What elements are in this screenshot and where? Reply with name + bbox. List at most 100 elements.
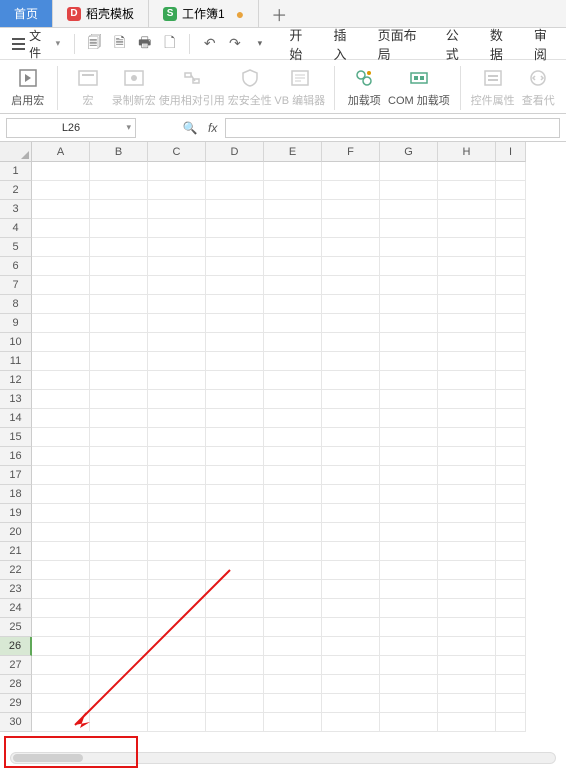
row-header[interactable]: 27 bbox=[0, 656, 32, 675]
cell[interactable] bbox=[206, 333, 264, 352]
cell[interactable] bbox=[496, 580, 526, 599]
cell[interactable] bbox=[438, 580, 496, 599]
cell[interactable] bbox=[322, 181, 380, 200]
cell[interactable] bbox=[380, 276, 438, 295]
formula-input[interactable] bbox=[225, 118, 560, 138]
cell[interactable] bbox=[264, 675, 322, 694]
cell[interactable] bbox=[206, 238, 264, 257]
cell[interactable] bbox=[438, 390, 496, 409]
cell[interactable] bbox=[264, 504, 322, 523]
cell[interactable] bbox=[496, 561, 526, 580]
cell[interactable] bbox=[32, 162, 90, 181]
cell[interactable] bbox=[264, 333, 322, 352]
cell[interactable] bbox=[264, 428, 322, 447]
cell[interactable] bbox=[148, 162, 206, 181]
cell[interactable] bbox=[438, 485, 496, 504]
column-header[interactable]: C bbox=[148, 142, 206, 162]
cell[interactable] bbox=[264, 618, 322, 637]
cell[interactable] bbox=[206, 656, 264, 675]
cell[interactable] bbox=[148, 200, 206, 219]
cell[interactable] bbox=[264, 542, 322, 561]
cell[interactable] bbox=[264, 580, 322, 599]
cell[interactable] bbox=[380, 637, 438, 656]
cell[interactable] bbox=[264, 637, 322, 656]
cell[interactable] bbox=[32, 447, 90, 466]
cell[interactable] bbox=[90, 314, 148, 333]
cell[interactable] bbox=[496, 390, 526, 409]
cell[interactable] bbox=[206, 637, 264, 656]
cell[interactable] bbox=[496, 276, 526, 295]
cell[interactable] bbox=[322, 428, 380, 447]
column-header[interactable]: E bbox=[264, 142, 322, 162]
cell[interactable] bbox=[322, 257, 380, 276]
cell[interactable] bbox=[148, 295, 206, 314]
cell[interactable] bbox=[90, 466, 148, 485]
cell[interactable] bbox=[438, 447, 496, 466]
cell[interactable] bbox=[264, 485, 322, 504]
row-header[interactable]: 22 bbox=[0, 561, 32, 580]
cell[interactable] bbox=[206, 523, 264, 542]
cell[interactable] bbox=[32, 485, 90, 504]
cell[interactable] bbox=[148, 428, 206, 447]
cell[interactable] bbox=[496, 466, 526, 485]
cell[interactable] bbox=[148, 523, 206, 542]
cell[interactable] bbox=[264, 181, 322, 200]
row-header[interactable]: 19 bbox=[0, 504, 32, 523]
cell[interactable] bbox=[206, 295, 264, 314]
cell[interactable] bbox=[264, 390, 322, 409]
cell[interactable] bbox=[148, 485, 206, 504]
cell[interactable] bbox=[380, 466, 438, 485]
cell[interactable] bbox=[438, 333, 496, 352]
cell[interactable] bbox=[380, 352, 438, 371]
row-header[interactable]: 11 bbox=[0, 352, 32, 371]
cell[interactable] bbox=[90, 542, 148, 561]
cell[interactable] bbox=[380, 561, 438, 580]
cell[interactable] bbox=[264, 162, 322, 181]
cell[interactable] bbox=[438, 314, 496, 333]
cell[interactable] bbox=[90, 238, 148, 257]
cell[interactable] bbox=[496, 295, 526, 314]
cell[interactable] bbox=[206, 200, 264, 219]
cell[interactable] bbox=[90, 713, 148, 732]
cell[interactable] bbox=[90, 352, 148, 371]
cell[interactable] bbox=[90, 409, 148, 428]
cell[interactable] bbox=[90, 675, 148, 694]
cell[interactable] bbox=[206, 257, 264, 276]
cell[interactable] bbox=[206, 390, 264, 409]
row-header[interactable]: 30 bbox=[0, 713, 32, 732]
select-all-corner[interactable] bbox=[0, 142, 32, 162]
cell[interactable] bbox=[438, 599, 496, 618]
cell[interactable] bbox=[496, 447, 526, 466]
cell[interactable] bbox=[148, 580, 206, 599]
cell[interactable] bbox=[90, 561, 148, 580]
enable-macro-button[interactable]: 启用宏 bbox=[8, 64, 47, 108]
cell[interactable] bbox=[206, 561, 264, 580]
tab-add[interactable]: ＋ bbox=[259, 0, 299, 27]
cell[interactable] bbox=[32, 542, 90, 561]
cell[interactable] bbox=[148, 352, 206, 371]
cell[interactable] bbox=[380, 656, 438, 675]
cell[interactable] bbox=[496, 409, 526, 428]
cell[interactable] bbox=[322, 523, 380, 542]
cell[interactable] bbox=[32, 409, 90, 428]
cell[interactable] bbox=[322, 238, 380, 257]
cell[interactable] bbox=[322, 409, 380, 428]
cell[interactable] bbox=[32, 599, 90, 618]
cell[interactable] bbox=[380, 580, 438, 599]
row-header[interactable]: 16 bbox=[0, 447, 32, 466]
column-header[interactable]: A bbox=[32, 142, 90, 162]
cell[interactable] bbox=[496, 599, 526, 618]
cell[interactable] bbox=[438, 675, 496, 694]
cell[interactable] bbox=[32, 637, 90, 656]
cell[interactable] bbox=[380, 238, 438, 257]
cell[interactable] bbox=[90, 219, 148, 238]
cell[interactable] bbox=[206, 447, 264, 466]
print-icon[interactable]: 🖶 bbox=[135, 34, 154, 54]
cell[interactable] bbox=[148, 637, 206, 656]
cell[interactable] bbox=[264, 276, 322, 295]
row-header[interactable]: 14 bbox=[0, 409, 32, 428]
cell[interactable] bbox=[438, 523, 496, 542]
cell[interactable] bbox=[438, 409, 496, 428]
cell[interactable] bbox=[90, 618, 148, 637]
cell[interactable] bbox=[148, 314, 206, 333]
